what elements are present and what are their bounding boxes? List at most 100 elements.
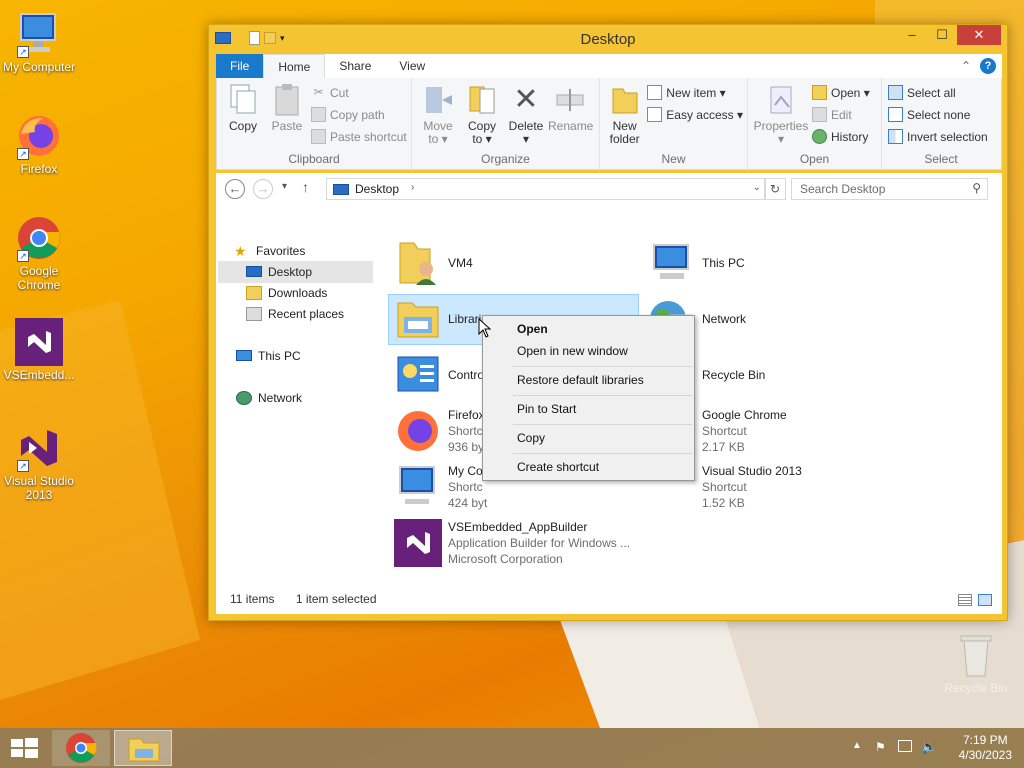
item-type: Shortc	[448, 480, 483, 494]
file-item-vm4[interactable]: VM4	[394, 239, 473, 287]
network-status-icon[interactable]	[898, 740, 912, 752]
mouse-cursor-icon	[478, 318, 492, 338]
item-name: VM4	[448, 256, 473, 270]
select-none-button[interactable]: Select none	[888, 105, 988, 124]
edit-button[interactable]: Edit	[812, 105, 870, 124]
nav-item-this-pc[interactable]: This PC	[236, 345, 301, 366]
paste-shortcut-button[interactable]: Paste shortcut	[311, 127, 407, 146]
tab-view[interactable]: View	[385, 54, 439, 78]
nav-item-recent-places[interactable]: Recent places	[246, 303, 344, 324]
minimize-button[interactable]: –	[897, 25, 927, 45]
edit-icon	[812, 107, 827, 122]
menu-separator	[513, 395, 692, 396]
menu-item-copy[interactable]: Copy	[517, 431, 545, 445]
cut-label: Cut	[330, 85, 349, 100]
help-icon[interactable]: ?	[980, 58, 996, 74]
recent-places-icon	[246, 306, 262, 321]
desktop-icon-label: Firefox	[20, 162, 58, 176]
taskbar-file-explorer-button[interactable]	[114, 730, 172, 766]
properties-icon	[765, 83, 797, 117]
desktop-icon-label: VSEmbedd...	[3, 368, 75, 382]
maximize-button[interactable]: ☐	[927, 25, 957, 45]
delete-label: Delete ▾	[508, 119, 544, 146]
back-button[interactable]: ←	[225, 179, 245, 199]
desktop-icon-label: Visual Studio 2013	[4, 474, 74, 502]
firefox-icon: ↗	[15, 112, 63, 160]
file-item-firefox[interactable]: Firefox Shortc 936 byt	[394, 407, 487, 455]
search-box[interactable]: Search Desktop ⚲	[791, 178, 988, 200]
organize-group: Move to ▾ Copy to ▾ ✕ Delete ▾ Rename Or…	[412, 78, 600, 169]
menu-item-create-shortcut[interactable]: Create shortcut	[517, 460, 599, 474]
cut-button[interactable]: ✂ Cut	[311, 83, 407, 102]
easy-access-button[interactable]: Easy access ▾	[647, 105, 743, 124]
system-clock[interactable]: 7:19 PM 4/30/2023	[959, 733, 1012, 763]
shortcut-arrow-icon: ↗	[17, 46, 29, 58]
edit-label: Edit	[831, 107, 852, 122]
open-button[interactable]: Open ▾	[812, 83, 870, 102]
select-all-button[interactable]: Select all	[888, 83, 988, 102]
menu-item-open-new-window[interactable]: Open in new window	[517, 344, 628, 358]
recent-locations-dropdown-icon[interactable]: ▾	[282, 181, 287, 192]
up-arrow-icon[interactable]: ↑	[302, 179, 309, 195]
navigation-bar: ← → ▾ ↑ Desktop › ⌄ ↻ Search Desktop ⚲	[216, 173, 1002, 205]
show-hidden-icons-icon[interactable]: ▲	[852, 740, 862, 751]
nav-label: This PC	[258, 348, 301, 363]
minimize-ribbon-icon[interactable]: ⌃	[956, 54, 976, 78]
title-bar[interactable]: ▾ Desktop – ☐ ✕	[209, 25, 1007, 53]
menu-item-open[interactable]: Open	[517, 322, 548, 336]
desktop-icon-recycle-bin[interactable]: Recycle Bin	[944, 632, 1008, 695]
new-item-icon	[647, 85, 663, 100]
nav-item-desktop[interactable]: Desktop	[246, 261, 312, 282]
new-item-button[interactable]: New item ▾	[647, 83, 743, 102]
open-label: Open ▾	[831, 85, 870, 100]
shortcut-arrow-icon: ↗	[17, 148, 29, 160]
nav-item-favorites[interactable]: ★ Favorites	[234, 240, 305, 261]
item-name: Network	[702, 312, 747, 326]
large-icons-view-icon[interactable]	[978, 594, 992, 606]
tab-file[interactable]: File	[216, 54, 264, 78]
open-group-label: Open	[799, 152, 830, 166]
file-item-vsembedded[interactable]: VSEmbedded_AppBuilder Application Builder…	[394, 519, 630, 567]
history-button[interactable]: History	[812, 127, 870, 146]
desktop-icon-chrome[interactable]: ↗ Google Chrome	[0, 214, 78, 292]
select-none-icon	[888, 107, 903, 122]
taskbar-chrome-button[interactable]	[52, 730, 110, 766]
recycle-bin-label: Recycle Bin	[944, 681, 1008, 695]
details-view-icon[interactable]	[958, 594, 972, 606]
tab-home[interactable]: Home	[263, 54, 326, 78]
desktop-icon-my-computer[interactable]: ↗ My Computer	[0, 10, 78, 74]
menu-item-restore-default-libraries[interactable]: Restore default libraries	[517, 373, 644, 387]
start-button[interactable]	[0, 730, 48, 766]
action-center-flag-icon[interactable]: ⚑	[875, 740, 889, 754]
file-item-control-panel[interactable]: Contro	[394, 351, 484, 399]
desktop-icon-visual-studio-2013[interactable]: ↗ Visual Studio 2013	[0, 424, 78, 502]
control-panel-icon	[394, 351, 442, 399]
file-item-my-computer[interactable]: My Co Shortc 424 byt	[394, 463, 487, 511]
visual-studio-2013-icon: ↗	[15, 424, 63, 472]
copy-to-label: Copy to ▾	[467, 119, 496, 146]
file-item-this-pc[interactable]: This PC	[648, 239, 745, 287]
menu-item-pin-to-start[interactable]: Pin to Start	[517, 402, 576, 416]
nav-item-downloads[interactable]: Downloads	[246, 282, 327, 303]
desktop-icon-firefox[interactable]: ↗ Firefox	[0, 112, 78, 176]
clipboard-group: Copy Paste ✂ Cut Copy path Paste shortcut…	[217, 78, 412, 169]
search-icon[interactable]: ⚲	[972, 181, 981, 195]
firefox-icon	[394, 407, 442, 455]
address-dropdown-icon[interactable]: ⌄	[753, 182, 761, 193]
desktop-icon-vsembedded[interactable]: VSEmbedd...	[0, 318, 78, 382]
tab-share[interactable]: Share	[325, 54, 385, 78]
close-button[interactable]: ✕	[957, 25, 1001, 45]
invert-selection-button[interactable]: Invert selection	[888, 127, 988, 146]
new-group: New folder New item ▾ Easy access ▾ New	[600, 78, 748, 169]
volume-muted-icon[interactable]: 🔈	[921, 739, 937, 755]
copy-path-button[interactable]: Copy path	[311, 105, 407, 124]
nav-label: Desktop	[268, 264, 313, 279]
move-to-icon	[422, 83, 454, 117]
nav-item-network[interactable]: Network	[236, 387, 302, 408]
scissors-icon: ✂	[313, 85, 324, 99]
address-bar[interactable]: Desktop › ⌄	[326, 178, 766, 200]
refresh-button[interactable]: ↻	[764, 178, 786, 200]
breadcrumb-chevron-icon[interactable]: ›	[411, 182, 414, 193]
address-path: Desktop	[355, 182, 400, 196]
forward-button[interactable]: →	[253, 179, 273, 199]
